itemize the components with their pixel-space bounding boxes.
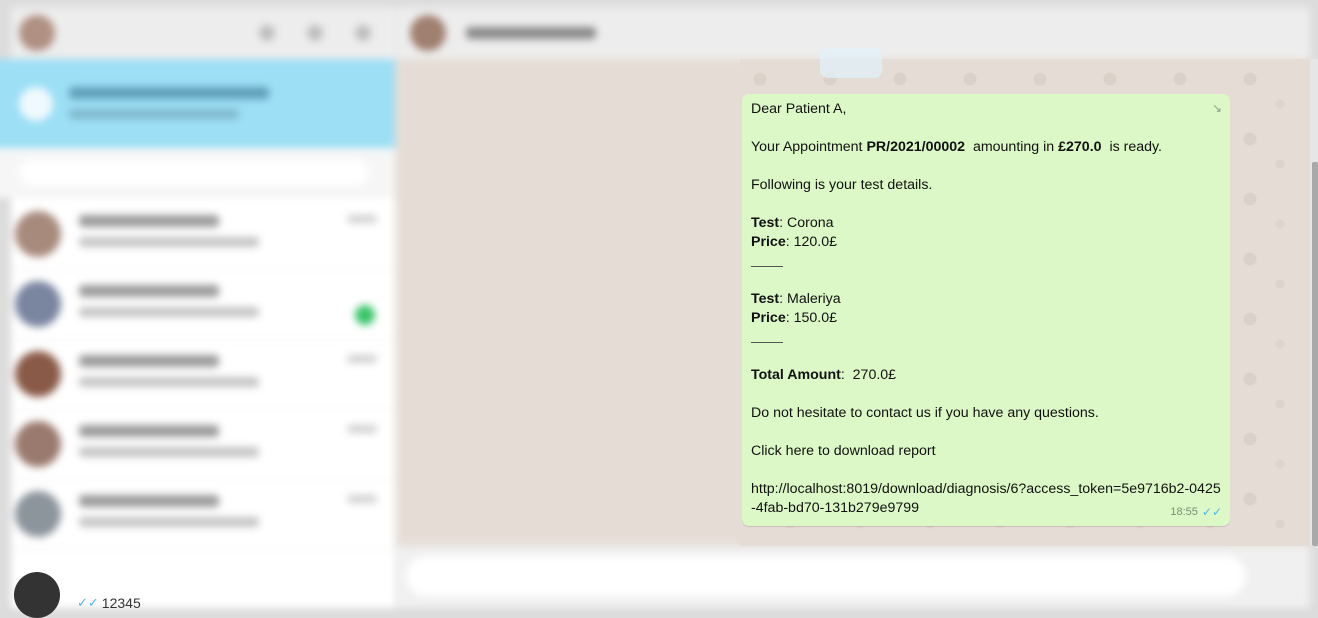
contact-note: Do not hesitate to contact us if you hav… — [751, 405, 1099, 421]
appointment-line: Your Appointment PR/2021/00002 amounting… — [751, 139, 1163, 155]
chat-list-item[interactable] — [11, 269, 395, 340]
double-check-icon: ✓✓ — [77, 595, 99, 610]
chat-name — [79, 425, 219, 437]
search-input[interactable] — [19, 160, 369, 186]
sidebar-header — [11, 7, 395, 59]
bell-icon — [19, 87, 53, 121]
download-text: Click here to download report — [751, 443, 936, 459]
unread-badge — [355, 305, 375, 325]
chat-list-item[interactable] — [11, 199, 395, 270]
message-bubble[interactable]: ↘ Dear Patient A, Your Appointment PR/20… — [742, 94, 1230, 526]
chevron-down-icon[interactable]: ↘ — [1210, 99, 1224, 115]
chat-preview — [79, 447, 259, 457]
avatar[interactable] — [14, 572, 60, 618]
avatar — [15, 281, 61, 327]
message-meta: 18:55 ✓✓ — [1170, 503, 1222, 522]
chat-name — [79, 285, 219, 297]
new-chat-icon[interactable] — [307, 25, 323, 41]
avatar — [15, 351, 61, 397]
banner-subtitle — [69, 109, 239, 119]
download-link[interactable]: http://localhost:8019/download/diagnosis… — [751, 480, 1222, 518]
chat-preview — [79, 377, 259, 387]
chat-preview: ✓✓ 12345 — [77, 595, 141, 611]
chat-list-item[interactable] — [11, 409, 395, 480]
chat-time — [347, 425, 377, 433]
greeting-text: Dear Patient A, — [751, 101, 847, 117]
chat-time — [347, 215, 377, 223]
avatar — [15, 491, 61, 537]
test-line: Test: Maleriya — [751, 291, 841, 307]
double-check-icon: ✓✓ — [1201, 505, 1222, 519]
banner-title — [69, 87, 269, 99]
chat-time — [347, 495, 377, 503]
price-line: Price: 150.0£ — [751, 310, 837, 326]
total-line: Total Amount: 270.0£ — [751, 367, 897, 383]
profile-avatar[interactable] — [19, 15, 55, 51]
message-time: 18:55 — [1170, 506, 1198, 518]
avatar — [15, 421, 61, 467]
contact-avatar[interactable] — [410, 15, 446, 51]
chat-list-item[interactable] — [11, 339, 395, 410]
status-icon[interactable] — [259, 25, 275, 41]
chat-name — [79, 215, 219, 227]
chat-time — [347, 355, 377, 363]
compose-bar — [396, 546, 1310, 608]
chat-preview — [79, 237, 259, 247]
menu-icon[interactable] — [355, 25, 371, 41]
chat-name — [79, 495, 219, 507]
message-input[interactable] — [406, 556, 1246, 596]
chat-name — [79, 355, 219, 367]
appointment-amount: £270.0 — [1058, 139, 1102, 155]
test-line: Test: Corona — [751, 215, 834, 231]
search-bar — [0, 148, 395, 198]
chat-preview — [79, 307, 259, 317]
notification-banner[interactable] — [0, 59, 395, 148]
date-label — [820, 48, 882, 78]
intro-text: Following is your test details. — [751, 177, 933, 193]
chat-preview — [79, 517, 259, 527]
contact-name-placeholder[interactable] — [466, 27, 596, 39]
price-line: Price: 120.0£ — [751, 234, 837, 250]
chat-list-item[interactable] — [11, 479, 395, 550]
avatar — [15, 211, 61, 257]
appointment-reference: PR/2021/00002 — [866, 139, 966, 155]
scrollbar-thumb[interactable] — [1312, 162, 1318, 546]
